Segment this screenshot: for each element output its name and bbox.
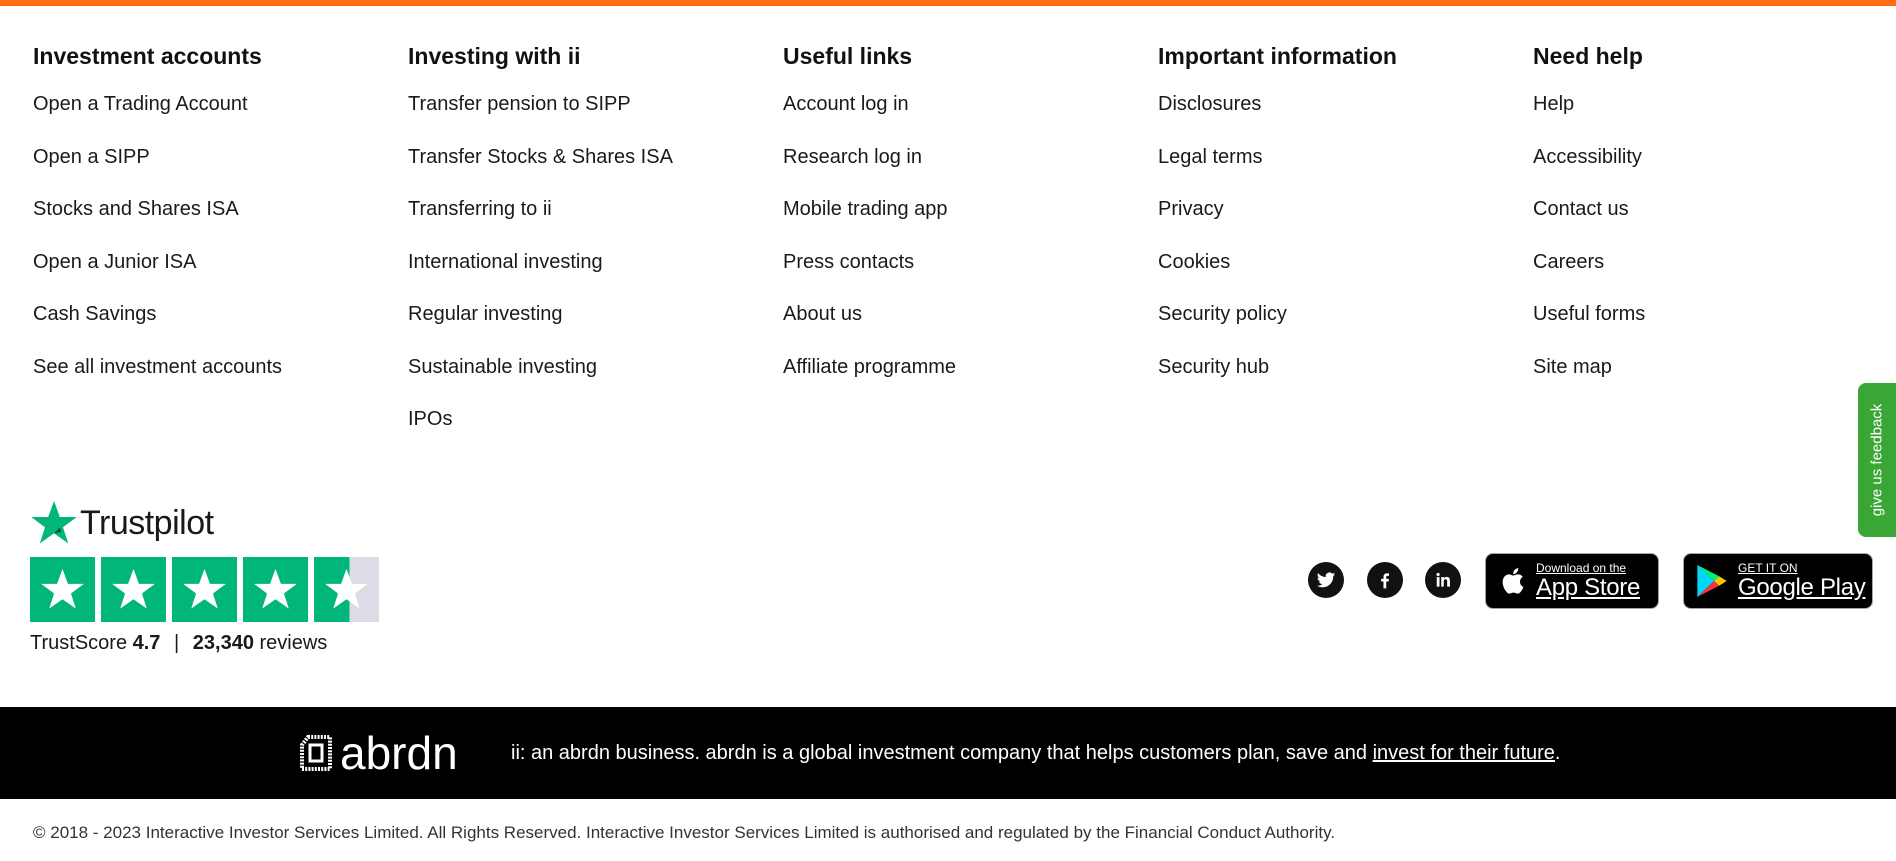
- app-store-big-text: App Store: [1536, 573, 1641, 601]
- column-need-help: Need help Help Accessibility Contact us …: [1533, 36, 1893, 405]
- trustpilot-logo: Trustpilot: [30, 497, 390, 549]
- column-heading: Need help: [1533, 43, 1643, 69]
- footer-link[interactable]: Regular investing: [408, 303, 563, 325]
- trustscore-label: TrustScore: [30, 632, 128, 654]
- star-icon: [30, 557, 95, 622]
- trustscore-summary: TrustScore 4.7 | 23,340 reviews: [30, 632, 390, 655]
- link-list: Open a Trading Account Open a SIPP Stock…: [33, 90, 393, 405]
- footer-link[interactable]: About us: [783, 303, 862, 325]
- abrdn-banner: abrdn ii: an abrdn business. abrdn is a …: [0, 707, 1896, 799]
- star-icon: [172, 557, 237, 622]
- reviews-count: 23,340: [192, 632, 254, 654]
- abrdn-logo: abrdn: [300, 727, 458, 779]
- footer-link[interactable]: Open a Junior ISA: [33, 251, 196, 273]
- column-heading: Investing with ii: [408, 43, 581, 69]
- footer-link[interactable]: Useful forms: [1533, 303, 1645, 325]
- abrdn-wordmark: abrdn: [340, 727, 458, 779]
- footer-link[interactable]: Privacy: [1158, 198, 1224, 220]
- footer-link[interactable]: Research log in: [783, 146, 922, 168]
- footer-link[interactable]: Transfer Stocks & Shares ISA: [408, 146, 673, 168]
- app-store-badge[interactable]: Download on the App Store: [1485, 553, 1659, 609]
- footer-link[interactable]: Cash Savings: [33, 303, 156, 325]
- column-investment-accounts: Investment accounts Open a Trading Accou…: [33, 36, 393, 405]
- footer-link[interactable]: Contact us: [1533, 198, 1629, 220]
- column-investing-with-ii: Investing with ii Transfer pension to SI…: [408, 36, 768, 458]
- footer-link[interactable]: Security policy: [1158, 303, 1287, 325]
- column-useful-links: Useful links Account log in Research log…: [783, 36, 1143, 405]
- star-icon: [243, 557, 308, 622]
- footer-link[interactable]: Transfer pension to SIPP: [408, 93, 631, 115]
- footer-link[interactable]: International investing: [408, 251, 603, 273]
- footer-link[interactable]: Sustainable investing: [408, 356, 597, 378]
- link-list: Help Accessibility Contact us Careers Us…: [1533, 90, 1893, 405]
- footer-link[interactable]: Site map: [1533, 356, 1612, 378]
- footer-link[interactable]: Disclosures: [1158, 93, 1261, 115]
- star-icon: [101, 557, 166, 622]
- footer-link[interactable]: Open a Trading Account: [33, 93, 248, 115]
- footer-link[interactable]: Account log in: [783, 93, 909, 115]
- invest-for-future-link[interactable]: invest for their future: [1373, 742, 1555, 764]
- footer-link[interactable]: Cookies: [1158, 251, 1230, 273]
- abrdn-description-text: ii: an abrdn business. abrdn is a global…: [511, 742, 1373, 764]
- column-heading: Important information: [1158, 43, 1397, 69]
- link-list: Transfer pension to SIPP Transfer Stocks…: [408, 90, 768, 458]
- footer-link[interactable]: Help: [1533, 93, 1574, 115]
- trustscore-value: 4.7: [132, 632, 161, 654]
- column-heading: Investment accounts: [33, 43, 262, 69]
- footer-link[interactable]: Stocks and Shares ISA: [33, 198, 239, 220]
- feedback-tab[interactable]: give us feedback: [1858, 383, 1896, 537]
- footer-link[interactable]: IPOs: [408, 408, 452, 430]
- column-heading: Useful links: [783, 43, 913, 69]
- trustpilot-rating-stars: [30, 557, 390, 622]
- link-list: Account log in Research log in Mobile tr…: [783, 90, 1143, 405]
- top-accent-bar: [0, 0, 1896, 6]
- reviews-label: reviews: [259, 632, 328, 654]
- footer-link[interactable]: See all investment accounts: [33, 356, 282, 378]
- footer-link[interactable]: Security hub: [1158, 356, 1269, 378]
- copyright-text: © 2018 - 2023 Interactive Investor Servi…: [33, 823, 1336, 842]
- google-play-big-text: Google Play: [1738, 573, 1866, 601]
- trustpilot-brand: Trustpilot: [80, 503, 214, 542]
- abrdn-description: ii: an abrdn business. abrdn is a global…: [511, 739, 1560, 767]
- twitter-icon[interactable]: [1308, 562, 1344, 598]
- footer-link[interactable]: Accessibility: [1533, 146, 1642, 168]
- footer-link[interactable]: Affiliate programme: [783, 356, 956, 378]
- apple-icon: [1502, 568, 1524, 594]
- footer-link[interactable]: Legal terms: [1158, 146, 1263, 168]
- trustscore-separator: |: [174, 632, 180, 654]
- footer-link[interactable]: Careers: [1533, 251, 1604, 273]
- feedback-label: give us feedback: [1868, 403, 1886, 517]
- trustpilot-star-icon: [31, 501, 77, 544]
- google-play-small-text: GET IT ON: [1738, 560, 1798, 575]
- footer-link[interactable]: Press contacts: [783, 251, 914, 273]
- abrdn-mark-icon: [300, 735, 332, 771]
- abrdn-description-end: .: [1554, 742, 1561, 764]
- app-store-small-text: Download on the: [1536, 560, 1627, 575]
- link-list: Disclosures Legal terms Privacy Cookies …: [1158, 90, 1518, 405]
- facebook-icon[interactable]: [1367, 562, 1403, 598]
- column-important-information: Important information Disclosures Legal …: [1158, 36, 1518, 405]
- footer-link[interactable]: Mobile trading app: [783, 198, 948, 220]
- google-play-icon: [1697, 565, 1727, 597]
- half-star-icon: [314, 557, 379, 622]
- trustpilot-widget[interactable]: Trustpilot TrustScore 4.7 | 23,340 revie…: [30, 497, 390, 667]
- linkedin-icon[interactable]: [1425, 562, 1461, 598]
- footer-link[interactable]: Transferring to ii: [408, 198, 552, 220]
- footer-link[interactable]: Open a SIPP: [33, 146, 150, 168]
- google-play-badge[interactable]: GET IT ON Google Play: [1683, 553, 1873, 609]
